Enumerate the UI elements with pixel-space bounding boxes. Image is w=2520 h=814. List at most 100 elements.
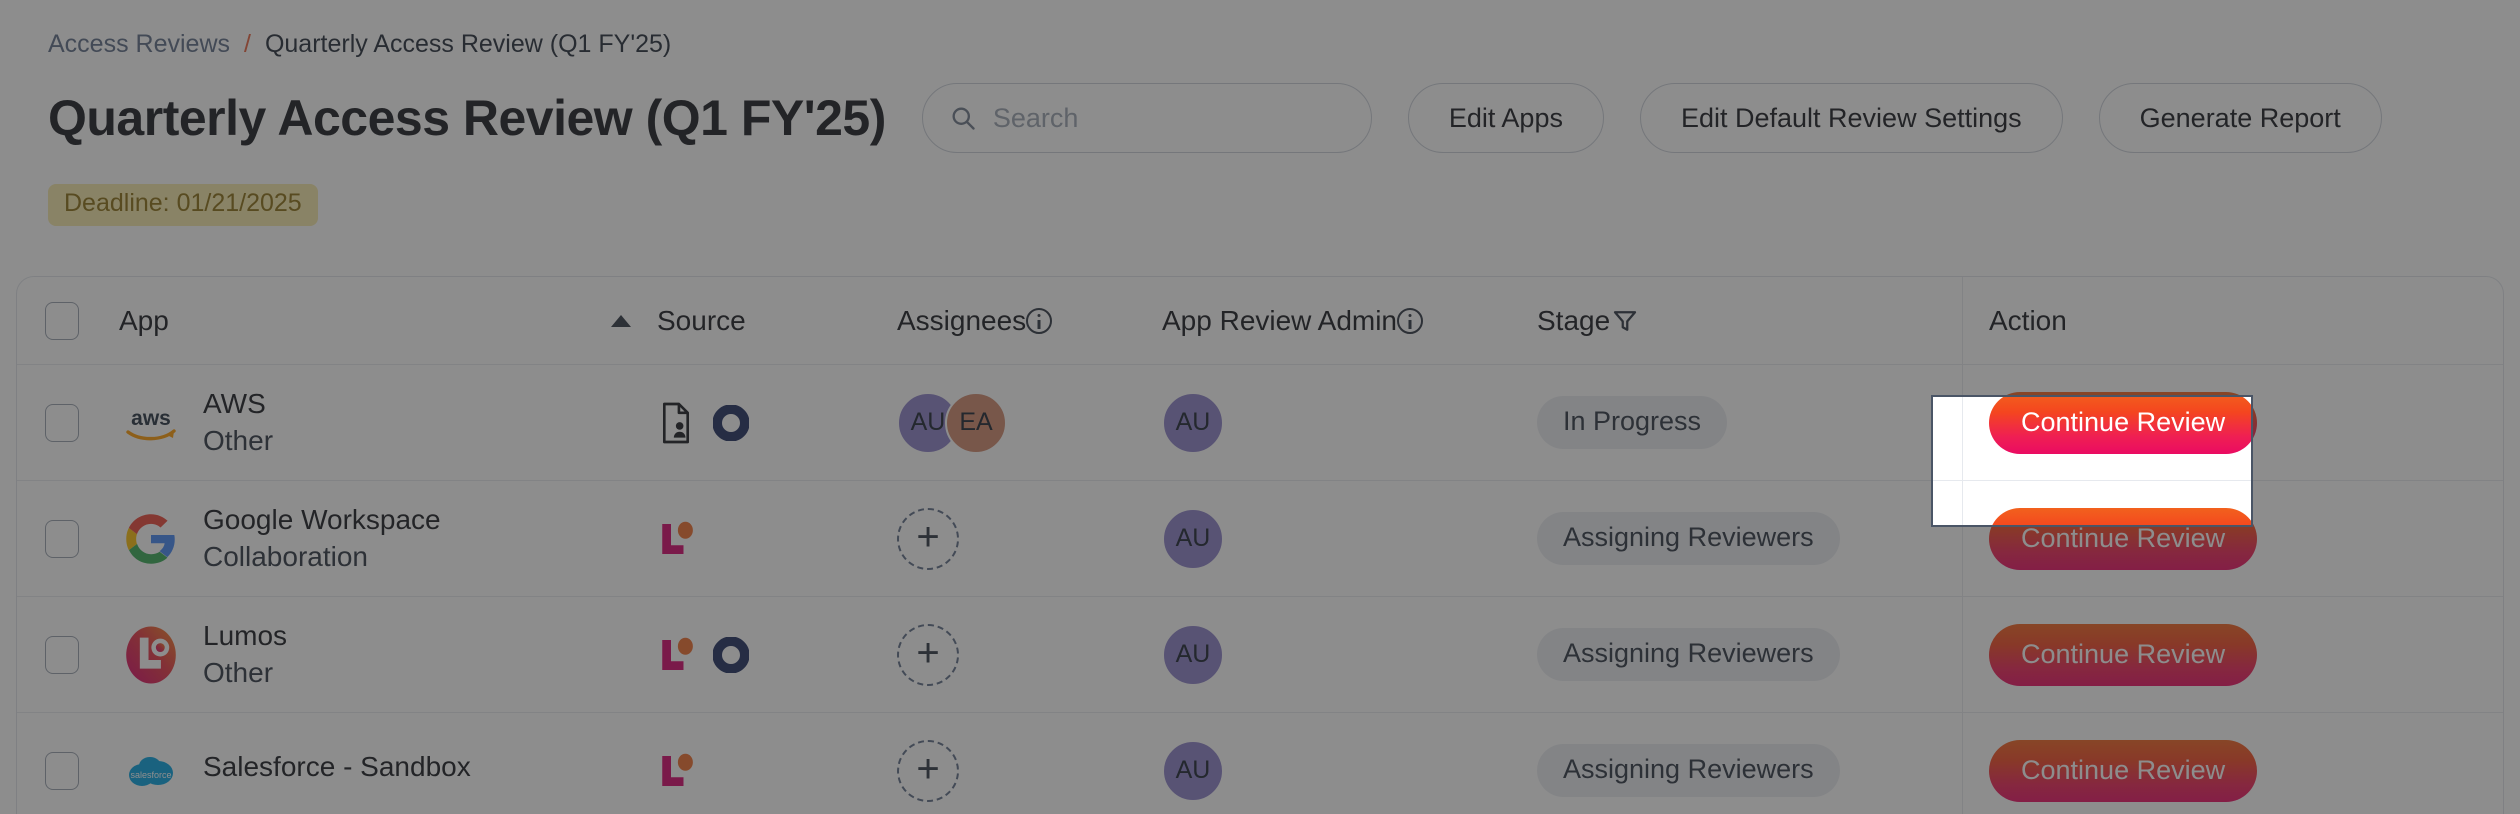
action-cell: Continue Review — [1962, 365, 2503, 480]
app-name: AWS — [203, 387, 266, 419]
assignees-cell[interactable] — [897, 623, 1162, 686]
app-name: Lumos — [203, 619, 288, 651]
okta-icon — [713, 636, 749, 673]
avatar[interactable]: EA — [945, 391, 1007, 454]
action-cell: Continue Review — [1962, 597, 2503, 712]
stage-cell: In Progress — [1537, 396, 1962, 449]
select-all-cell — [17, 301, 107, 340]
search-input[interactable]: Search — [921, 83, 1372, 153]
generate-report-button[interactable]: Generate Report — [2098, 83, 2382, 153]
table-row[interactable]: aws AWS Other AU EA AU In Progress Conti… — [17, 365, 2503, 481]
app-review-admin-info-icon[interactable] — [1397, 307, 1424, 334]
assignees-info-icon[interactable] — [1026, 307, 1053, 334]
column-header-source[interactable]: Source — [657, 305, 897, 337]
row-select-cell — [17, 751, 107, 790]
lumos-logo — [119, 623, 183, 687]
google-logo — [119, 507, 183, 571]
breadcrumb: Access Reviews / Quarterly Access Review… — [48, 32, 671, 57]
edit-default-review-settings-button[interactable]: Edit Default Review Settings — [1639, 83, 2063, 153]
column-header-stage[interactable]: Stage — [1537, 305, 1962, 337]
breadcrumb-link-access-reviews[interactable]: Access Reviews — [48, 32, 230, 57]
app-review-admin-cell[interactable]: AU — [1162, 623, 1537, 686]
row-checkbox[interactable] — [45, 519, 79, 558]
source-cell — [657, 751, 897, 791]
deadline-badge: Deadline: 01/21/2025 — [48, 184, 318, 226]
lumos-icon — [657, 635, 695, 675]
app-name-group: Google Workspace Collaboration — [203, 503, 441, 573]
column-header-action: Action — [1962, 277, 2503, 364]
app-review-admin-cell[interactable]: AU — [1162, 507, 1537, 570]
avatar[interactable]: AU — [1162, 623, 1224, 686]
svg-text:aws: aws — [131, 407, 171, 430]
row-checkbox[interactable] — [45, 751, 79, 790]
search-placeholder-text: Search — [992, 102, 1079, 133]
app-review-admin-cell[interactable]: AU — [1162, 391, 1537, 454]
breadcrumb-separator: / — [244, 30, 251, 58]
avatar[interactable]: AU — [1162, 739, 1224, 802]
page-title: Quarterly Access Review (Q1 FY'25) — [48, 90, 886, 146]
lumos-icon — [657, 751, 695, 791]
add-assignee-button[interactable] — [897, 739, 959, 802]
row-checkbox[interactable] — [45, 403, 79, 442]
column-header-app-review-admin-label: App Review Admin — [1162, 304, 1398, 336]
status-badge: Assigning Reviewers — [1537, 744, 1840, 797]
assignees-cell[interactable]: AU EA — [897, 391, 1162, 454]
column-header-source-label: Source — [657, 304, 746, 336]
header-toolbar: Quarterly Access Review (Q1 FY'25) Searc… — [48, 82, 2472, 154]
search-icon — [949, 104, 977, 132]
column-header-app[interactable]: App — [107, 305, 657, 337]
stage-cell: Assigning Reviewers — [1537, 628, 1962, 681]
action-cell: Continue Review — [1962, 481, 2503, 596]
edit-apps-button[interactable]: Edit Apps — [1407, 83, 1604, 153]
app-category: Collaboration — [203, 540, 368, 572]
avatar[interactable]: AU — [1162, 507, 1224, 570]
table-row[interactable]: salesforce Salesforce - Sandbox + AU Ass… — [17, 713, 2503, 814]
avatar[interactable]: AU — [1162, 391, 1224, 454]
row-select-cell — [17, 403, 107, 442]
status-badge: Assigning Reviewers — [1537, 628, 1840, 681]
add-assignee-button[interactable] — [897, 507, 959, 570]
column-header-assignees[interactable]: Assignees — [897, 305, 1162, 337]
okta-icon — [713, 404, 749, 441]
filter-icon[interactable] — [1610, 306, 1640, 336]
sort-ascending-icon[interactable] — [611, 314, 631, 327]
manual-csv-icon — [657, 401, 695, 445]
app-name-group: Lumos Other — [203, 619, 288, 689]
column-header-action-label: Action — [1989, 304, 2067, 336]
stage-cell: Assigning Reviewers — [1537, 512, 1962, 565]
continue-review-button[interactable]: Continue Review — [1989, 391, 2258, 454]
continue-review-button[interactable]: Continue Review — [1989, 623, 2258, 686]
status-badge: Assigning Reviewers — [1537, 512, 1840, 565]
source-cell — [657, 401, 897, 445]
row-select-cell — [17, 635, 107, 674]
column-header-stage-label: Stage — [1537, 304, 1611, 336]
app-review-admin-cell[interactable]: AU — [1162, 739, 1537, 802]
salesforce-logo: salesforce — [119, 739, 183, 803]
row-select-cell — [17, 519, 107, 558]
avatar-stack: AU EA — [897, 391, 1007, 454]
column-header-assignees-label: Assignees — [897, 304, 1027, 336]
continue-review-button[interactable]: Continue Review — [1989, 739, 2258, 802]
app-name: Google Workspace — [203, 503, 441, 535]
assignees-cell[interactable] — [897, 739, 1162, 802]
table-header-row: App Source Assignees App Review Admin St… — [17, 277, 2503, 365]
row-checkbox[interactable] — [45, 635, 79, 674]
aws-logo: aws — [119, 391, 183, 455]
page-content: Access Reviews / Quarterly Access Review… — [0, 0, 2520, 814]
app-name: Salesforce - Sandbox — [203, 751, 471, 783]
table-row[interactable]: Google Workspace Collaboration + AU Assi… — [17, 481, 2503, 597]
app-cell: salesforce Salesforce - Sandbox — [107, 739, 657, 803]
app-name-group: AWS Other — [203, 387, 274, 457]
app-category: Other — [203, 656, 274, 688]
continue-review-button[interactable]: Continue Review — [1989, 507, 2258, 570]
column-header-app-review-admin[interactable]: App Review Admin — [1162, 305, 1537, 337]
breadcrumb-current: Quarterly Access Review (Q1 FY'25) — [264, 30, 672, 58]
app-cell: Google Workspace Collaboration — [107, 503, 657, 573]
select-all-checkbox[interactable] — [45, 301, 79, 340]
assignees-cell[interactable] — [897, 507, 1162, 570]
app-category: Other — [203, 424, 274, 456]
table-row[interactable]: Lumos Other + AU Assigning Reviewers Con… — [17, 597, 2503, 713]
app-cell: aws AWS Other — [107, 387, 657, 457]
source-cell — [657, 635, 897, 675]
add-assignee-button[interactable] — [897, 623, 959, 686]
